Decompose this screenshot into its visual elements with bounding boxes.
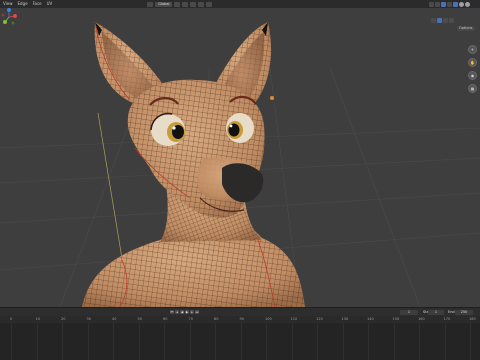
proportional-edit-icon[interactable] xyxy=(198,1,205,7)
gizmo-z-icon[interactable] xyxy=(7,8,11,12)
next-key-icon[interactable]: ▸ xyxy=(190,310,194,314)
timeline-editor: ⏮ ◂ ◀ ▶ ▸ ⏭ 1 Start 1 End 250 0 10 20 30 40 5… xyxy=(0,307,480,360)
toggle-4-icon[interactable] xyxy=(449,18,454,23)
snap-target-icon[interactable] xyxy=(190,1,197,7)
timeline-gridline xyxy=(240,323,242,360)
menu-edge[interactable]: Edge xyxy=(18,0,28,8)
ruler-tick: 120 xyxy=(316,317,323,321)
solid-shading-icon[interactable] xyxy=(453,1,458,7)
transform-controls: Global xyxy=(147,1,213,7)
navigation-tools: + ✋ ◉ ▦ xyxy=(468,45,477,93)
play-icon[interactable]: ▶ xyxy=(185,310,189,314)
ruler-tick: 110 xyxy=(290,317,298,321)
snap-icon[interactable] xyxy=(182,1,189,7)
xray-icon[interactable] xyxy=(441,1,446,7)
pan-hand-icon[interactable]: ✋ xyxy=(468,58,477,67)
rendered-shading-icon[interactable] xyxy=(465,1,470,7)
timeline-gridline xyxy=(291,323,293,360)
ruler-tick: 180 xyxy=(469,317,476,321)
toggle-1-icon[interactable] xyxy=(431,18,436,23)
ruler-tick: 10 xyxy=(35,317,40,321)
ruler-tick: 40 xyxy=(112,317,117,321)
viewport-header: View Edge Face UV Global xyxy=(0,0,480,8)
timeline-gridline xyxy=(444,323,446,360)
timeline-gridline xyxy=(87,323,89,360)
start-label: Start xyxy=(420,310,432,315)
camera-view-icon[interactable]: ◉ xyxy=(468,71,477,80)
ruler-tick: 130 xyxy=(341,317,349,321)
falloff-icon[interactable] xyxy=(206,1,213,7)
viewport-overlay-toggles xyxy=(431,18,454,23)
gizmo-y-icon[interactable] xyxy=(3,20,7,24)
timeline-gridline xyxy=(266,323,267,360)
origin-point xyxy=(270,96,274,100)
timeline-gridline xyxy=(138,323,140,360)
frame-ruler[interactable]: 0 10 20 30 40 50 60 70 80 90 100 110 120 130 140 150 160… xyxy=(0,316,480,323)
timeline-gridline xyxy=(215,323,216,360)
timeline-gridline xyxy=(317,323,318,360)
start-frame-field[interactable]: 1 xyxy=(428,310,444,315)
pivot-point-icon[interactable] xyxy=(174,1,181,7)
material-shading-icon[interactable] xyxy=(459,1,464,7)
navigation-gizmo[interactable] xyxy=(0,8,18,26)
ruler-tick: 50 xyxy=(137,317,142,321)
end-frame-field[interactable]: 250 xyxy=(455,310,473,315)
ruler-tick: 60 xyxy=(163,317,168,321)
options-dropdown[interactable]: Options xyxy=(457,26,475,31)
timeline-track-area[interactable] xyxy=(0,323,480,360)
timeline-header: ⏮ ◂ ◀ ▶ ▸ ⏭ 1 Start 1 End 250 xyxy=(0,307,480,316)
ruler-tick: 140 xyxy=(367,317,374,321)
jump-end-icon[interactable]: ⏭ xyxy=(195,310,199,314)
zoom-icon[interactable]: + xyxy=(468,45,477,54)
ruler-tick: 100 xyxy=(265,317,272,321)
3d-viewport[interactable]: Options + ✋ ◉ ▦ xyxy=(0,8,480,307)
timeline-gridline xyxy=(368,323,369,360)
toggle-2-icon[interactable] xyxy=(437,18,442,23)
visibility-icon[interactable] xyxy=(429,1,434,7)
gizmo-x-icon[interactable] xyxy=(13,14,17,18)
playback-controls: ⏮ ◂ ◀ ▶ ▸ ⏭ xyxy=(170,310,199,314)
timeline-gridline xyxy=(164,323,165,360)
perspective-grid-icon[interactable]: ▦ xyxy=(468,84,477,93)
prev-key-icon[interactable]: ◂ xyxy=(175,310,179,314)
ruler-tick: 30 xyxy=(86,317,91,321)
ruler-tick: 80 xyxy=(214,317,219,321)
timeline-gridline xyxy=(113,323,114,360)
timeline-gridline xyxy=(36,323,38,360)
blender-window: View Edge Face UV Global Options + ✋ ◉ ▦… xyxy=(0,0,480,360)
transform-pivot-icon[interactable] xyxy=(147,1,154,7)
overlay-icon[interactable] xyxy=(435,1,440,7)
timeline-gridline xyxy=(419,323,420,360)
current-frame-field[interactable]: 1 xyxy=(400,310,418,315)
timeline-gridline xyxy=(189,323,191,360)
menu-uv[interactable]: UV xyxy=(47,0,53,8)
ruler-tick: 170 xyxy=(443,317,451,321)
ruler-tick: 20 xyxy=(61,317,66,321)
jump-start-icon[interactable]: ⏮ xyxy=(170,310,174,314)
orientation-dropdown[interactable]: Global xyxy=(155,1,173,7)
ruler-tick: 70 xyxy=(188,317,193,321)
wireframe-shading-icon[interactable] xyxy=(447,1,452,7)
menu-face[interactable]: Face xyxy=(33,0,42,8)
play-reverse-icon[interactable]: ◀ xyxy=(180,310,184,314)
end-label: End xyxy=(448,310,455,314)
timeline-gridline xyxy=(470,323,471,360)
timeline-gridline xyxy=(393,323,395,360)
timeline-gridline xyxy=(62,323,63,360)
toggle-3-icon[interactable] xyxy=(443,18,448,23)
shading-controls xyxy=(429,1,480,7)
ruler-tick: 160 xyxy=(418,317,425,321)
viewport-scene xyxy=(0,21,480,307)
ruler-tick: 90 xyxy=(239,317,244,321)
ruler-tick: 150 xyxy=(392,317,400,321)
timeline-gridline xyxy=(342,323,344,360)
timeline-gridline xyxy=(11,323,12,360)
menu-view[interactable]: View xyxy=(3,0,13,8)
ruler-tick: 0 xyxy=(10,317,13,321)
